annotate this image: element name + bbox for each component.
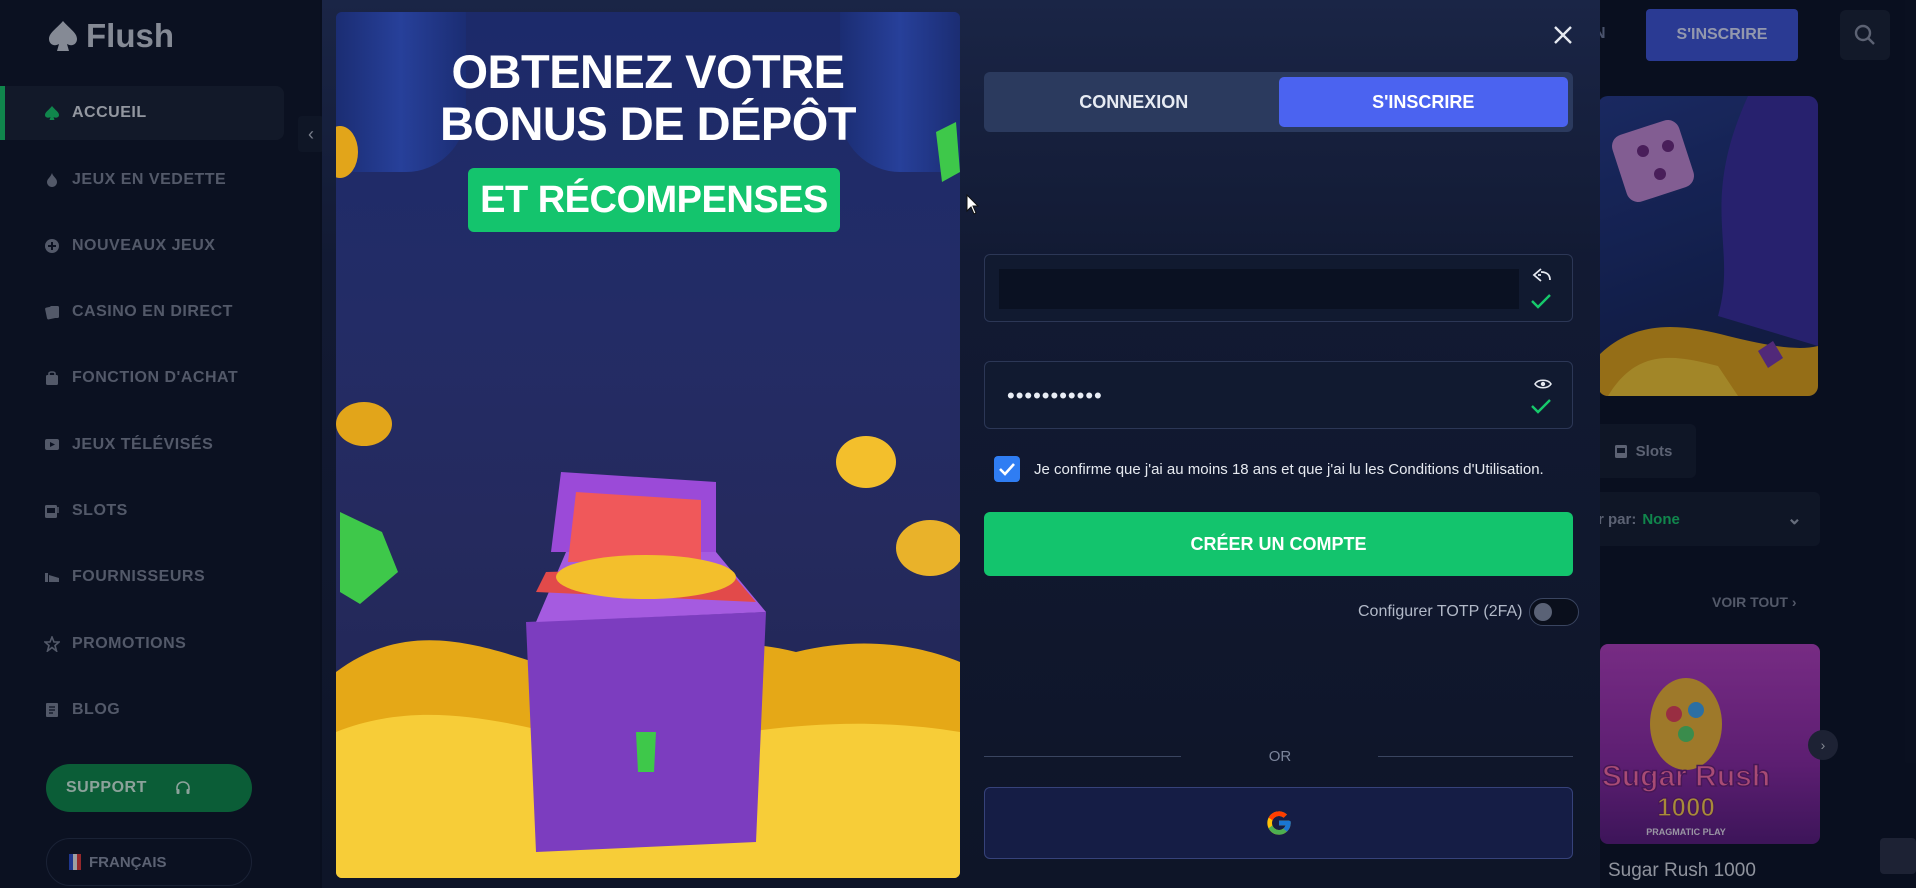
autofill-icon[interactable]	[1532, 267, 1552, 283]
email-input[interactable]	[999, 269, 1519, 309]
google-signin-button[interactable]	[984, 787, 1573, 859]
promo-title-line2: BONUS DE DÉPÔT	[439, 97, 857, 150]
check-icon	[1531, 399, 1551, 414]
eye-icon[interactable]	[1534, 378, 1552, 390]
divider-right	[1378, 756, 1573, 757]
signup-modal: OBTENEZ VOTRE BONUS DE DÉPÔT ET RÉCOMPEN…	[322, 0, 1600, 888]
age-consent: Je confirme que j'ai au moins 18 ans et …	[994, 456, 1544, 482]
mouse-cursor-icon	[966, 194, 980, 215]
promo-badge: ET RÉCOMPENSES	[468, 168, 840, 232]
close-icon	[1554, 26, 1572, 44]
close-modal-button[interactable]	[1548, 20, 1578, 50]
create-account-button[interactable]: CRÉER UN COMPTE	[984, 512, 1573, 576]
promo-banner: OBTENEZ VOTRE BONUS DE DÉPÔT ET RÉCOMPEN…	[336, 12, 960, 878]
email-field	[984, 254, 1573, 322]
totp-label: Configurer TOTP (2FA)	[1358, 603, 1523, 620]
or-divider-text: OR	[1268, 748, 1292, 765]
check-icon	[1531, 294, 1551, 309]
toggle-knob	[1533, 603, 1552, 621]
age-consent-text: Je confirme que j'ai au moins 18 ans et …	[1034, 460, 1544, 478]
tab-sinscrire[interactable]: S'INSCRIRE	[1278, 77, 1568, 127]
password-input[interactable]	[999, 376, 1519, 416]
promo-title: OBTENEZ VOTRE BONUS DE DÉPÔT	[336, 46, 960, 150]
age-consent-checkbox[interactable]	[994, 456, 1020, 482]
promo-title-line1: OBTENEZ VOTRE	[451, 45, 845, 98]
checkmark-icon	[999, 463, 1015, 476]
totp-setting: Configurer TOTP (2FA)	[1358, 598, 1579, 626]
divider-left	[984, 756, 1181, 757]
auth-tabs: CONNEXION S'INSCRIRE	[984, 72, 1573, 132]
totp-toggle[interactable]	[1528, 598, 1579, 626]
tab-connexion[interactable]: CONNEXION	[989, 77, 1279, 127]
google-icon	[1266, 811, 1291, 835]
password-field	[984, 361, 1573, 429]
